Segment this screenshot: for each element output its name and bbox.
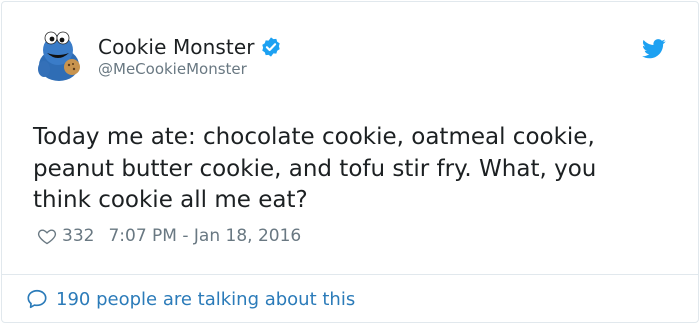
twitter-bird-icon[interactable]	[642, 39, 666, 59]
verified-badge-icon	[261, 37, 280, 57]
heart-icon[interactable]	[37, 226, 57, 246]
speech-bubble-icon	[27, 289, 47, 309]
like-count[interactable]: 332	[62, 226, 94, 246]
tweet-timestamp[interactable]: 7:07 PM - Jan 18, 2016	[108, 226, 301, 246]
embedded-tweet-card: Cookie Monster @MeCookieMonster Today me…	[1, 1, 699, 323]
tweet-meta: 332 7:07 PM - Jan 18, 2016	[37, 226, 301, 246]
tweet-text: Today me ate: chocolate cookie, oatmeal …	[33, 124, 597, 213]
author-name-row[interactable]: Cookie Monster	[98, 35, 282, 59]
avatar[interactable]	[32, 29, 86, 83]
author-handle[interactable]: @MeCookieMonster	[98, 60, 247, 78]
conversation-label[interactable]: 190 people are talking about this	[56, 289, 355, 310]
conversation-link[interactable]: 190 people are talking about this	[26, 288, 355, 310]
author-display-name[interactable]: Cookie Monster	[98, 35, 255, 59]
footer-divider	[2, 274, 698, 275]
